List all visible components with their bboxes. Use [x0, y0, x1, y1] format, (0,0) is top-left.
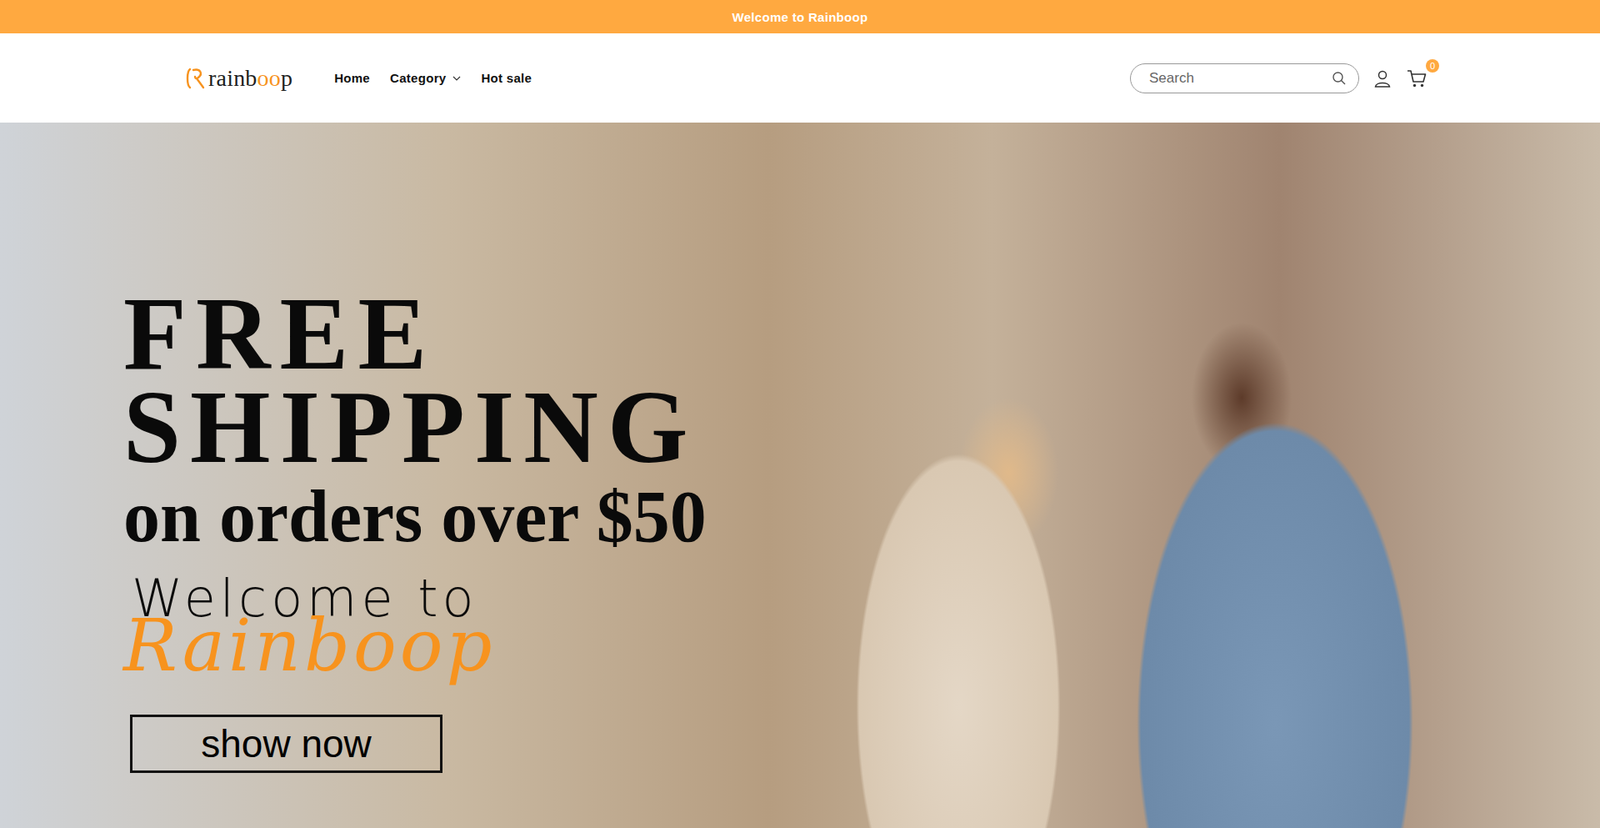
cart-button[interactable]: 0 [1405, 65, 1431, 91]
hero-subline: on orders over $50 [123, 478, 707, 555]
cart-count-badge: 0 [1425, 59, 1440, 73]
nav-item[interactable]: Home [334, 70, 370, 85]
account-icon[interactable] [1372, 68, 1393, 89]
logo[interactable]: rainboop [185, 65, 293, 92]
search-field[interactable] [1130, 63, 1360, 94]
search-input[interactable] [1147, 69, 1325, 88]
search-icon[interactable] [1331, 70, 1347, 86]
show-now-button[interactable]: show now [130, 714, 443, 773]
nav-item[interactable]: Category [390, 70, 461, 85]
announcement-text: Welcome to Rainboop [732, 10, 869, 25]
announcement-bar: Welcome to Rainboop [0, 0, 1600, 34]
main-nav: Home Category Hot sale [334, 70, 532, 85]
chevron-down-icon [452, 75, 461, 81]
logo-text: rainboop [208, 65, 293, 92]
hero-headline: FREESHIPPING [123, 287, 698, 474]
nav-item[interactable]: Hot sale [480, 70, 532, 85]
cart-icon [1405, 67, 1428, 90]
hero-brand: Rainboop [123, 609, 496, 681]
logo-mark-icon [185, 66, 207, 90]
header: rainboop Home Category Hot sale 0 [0, 33, 1600, 123]
page: Welcome to RainbooprainboopHomeCategoryH… [0, 0, 1600, 828]
hero-banner: FREESHIPPINGon orders over $50Welcome to… [0, 122, 1600, 828]
